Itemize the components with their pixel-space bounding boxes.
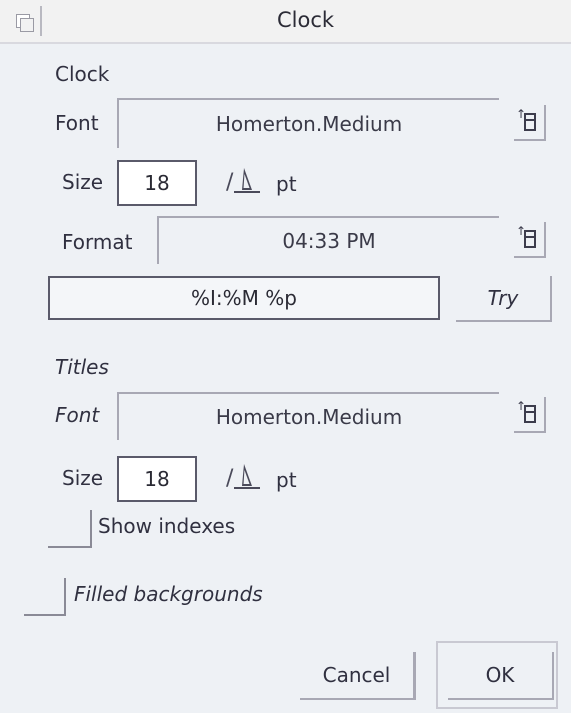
popup-menu-icon [524,405,536,423]
cancel-button[interactable]: Cancel [300,652,416,700]
clock-dialog: Clock Clock Font Homerton.Medium ↑ Size … [0,0,571,713]
clock-size-input[interactable]: 18 [117,160,197,206]
clock-font-label: Font [55,111,99,135]
show-indexes-checkbox[interactable] [48,510,92,548]
titles-section-heading: Titles [55,355,109,379]
clock-font-menu-button[interactable]: ↑ [514,105,546,141]
titles-size-unit: pt [276,468,297,492]
titles-font-menu-button[interactable]: ↑ [514,397,546,433]
clock-format-display: 04:33 PM [157,216,499,264]
titles-font-label: Font [55,403,100,427]
ok-button[interactable]: OK [448,652,554,700]
titles-size-input[interactable]: 18 [117,456,197,502]
title-bar[interactable]: Clock [0,0,571,44]
window-back-icon[interactable] [8,6,42,36]
clock-format-menu-button[interactable]: ↑ [514,222,546,258]
filled-backgrounds-option[interactable]: Filled backgrounds [24,578,304,618]
titles-size-label: Size [62,466,104,490]
clock-size-unit: pt [276,172,297,196]
filled-backgrounds-checkbox[interactable] [24,578,66,616]
show-indexes-option[interactable]: Show indexes [48,510,288,550]
popup-menu-icon [524,230,536,248]
clock-format-label: Format [62,230,133,254]
titles-size-adjuster[interactable]: / [222,464,266,494]
clock-font-display: Homerton.Medium [117,98,499,148]
titles-font-display: Homerton.Medium [117,392,499,440]
size-decrease-icon[interactable]: / [226,170,233,195]
clock-size-adjuster[interactable]: / [222,168,266,198]
try-button[interactable]: Try [456,276,552,322]
window-title: Clock [276,8,335,32]
show-indexes-label: Show indexes [98,514,236,538]
clock-size-label: Size [62,170,104,194]
filled-backgrounds-label: Filled backgrounds [74,582,263,606]
popup-menu-icon [524,113,536,131]
clock-section-heading: Clock [55,62,110,86]
format-string-input[interactable]: %I:%M %p [48,276,440,320]
size-decrease-icon[interactable]: / [226,466,233,491]
